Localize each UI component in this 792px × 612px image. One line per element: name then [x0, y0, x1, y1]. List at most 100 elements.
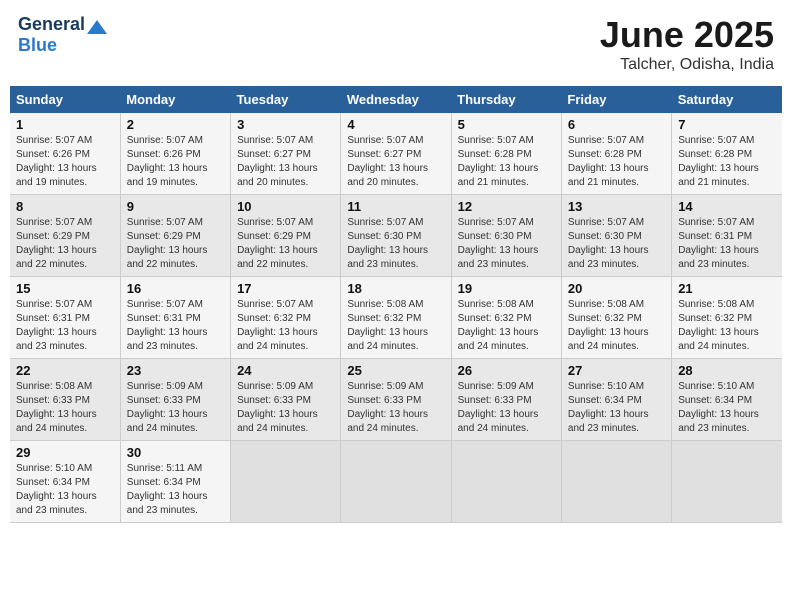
col-thursday: Thursday [451, 86, 561, 113]
calendar-row: 1 Sunrise: 5:07 AMSunset: 6:26 PMDayligh… [10, 113, 782, 195]
title-area: June 2025 Talcher, Odisha, India [600, 14, 774, 74]
day-detail: Sunrise: 5:09 AMSunset: 6:33 PMDaylight:… [127, 381, 208, 434]
table-row: 23 Sunrise: 5:09 AMSunset: 6:33 PMDaylig… [120, 359, 230, 441]
logo: General Blue [18, 14, 107, 56]
day-detail: Sunrise: 5:07 AMSunset: 6:28 PMDaylight:… [678, 135, 759, 188]
logo-icon [87, 20, 107, 34]
day-number: 10 [237, 199, 334, 214]
day-detail: Sunrise: 5:07 AMSunset: 6:27 PMDaylight:… [347, 135, 428, 188]
day-detail: Sunrise: 5:07 AMSunset: 6:31 PMDaylight:… [127, 299, 208, 352]
day-number: 9 [127, 199, 224, 214]
table-row: 17 Sunrise: 5:07 AMSunset: 6:32 PMDaylig… [231, 277, 341, 359]
table-row: 4 Sunrise: 5:07 AMSunset: 6:27 PMDayligh… [341, 113, 451, 195]
table-row [451, 441, 561, 523]
header: General Blue June 2025 Talcher, Odisha, … [10, 10, 782, 78]
calendar-row: 8 Sunrise: 5:07 AMSunset: 6:29 PMDayligh… [10, 195, 782, 277]
day-number: 12 [458, 199, 555, 214]
day-number: 26 [458, 363, 555, 378]
day-detail: Sunrise: 5:07 AMSunset: 6:28 PMDaylight:… [458, 135, 539, 188]
day-detail: Sunrise: 5:07 AMSunset: 6:30 PMDaylight:… [568, 217, 649, 270]
day-number: 7 [678, 117, 776, 132]
day-number: 27 [568, 363, 665, 378]
day-number: 1 [16, 117, 114, 132]
table-row: 11 Sunrise: 5:07 AMSunset: 6:30 PMDaylig… [341, 195, 451, 277]
day-detail: Sunrise: 5:07 AMSunset: 6:29 PMDaylight:… [237, 217, 318, 270]
day-detail: Sunrise: 5:10 AMSunset: 6:34 PMDaylight:… [16, 463, 97, 516]
day-number: 3 [237, 117, 334, 132]
table-row: 22 Sunrise: 5:08 AMSunset: 6:33 PMDaylig… [10, 359, 120, 441]
calendar-row: 29 Sunrise: 5:10 AMSunset: 6:34 PMDaylig… [10, 441, 782, 523]
day-detail: Sunrise: 5:08 AMSunset: 6:32 PMDaylight:… [568, 299, 649, 352]
table-row [231, 441, 341, 523]
day-detail: Sunrise: 5:08 AMSunset: 6:32 PMDaylight:… [458, 299, 539, 352]
day-detail: Sunrise: 5:07 AMSunset: 6:29 PMDaylight:… [127, 217, 208, 270]
day-detail: Sunrise: 5:07 AMSunset: 6:30 PMDaylight:… [458, 217, 539, 270]
day-number: 2 [127, 117, 224, 132]
col-wednesday: Wednesday [341, 86, 451, 113]
day-detail: Sunrise: 5:08 AMSunset: 6:33 PMDaylight:… [16, 381, 97, 434]
day-detail: Sunrise: 5:07 AMSunset: 6:31 PMDaylight:… [678, 217, 759, 270]
table-row: 21 Sunrise: 5:08 AMSunset: 6:32 PMDaylig… [672, 277, 782, 359]
day-detail: Sunrise: 5:10 AMSunset: 6:34 PMDaylight:… [678, 381, 759, 434]
col-saturday: Saturday [672, 86, 782, 113]
table-row: 14 Sunrise: 5:07 AMSunset: 6:31 PMDaylig… [672, 195, 782, 277]
table-row: 18 Sunrise: 5:08 AMSunset: 6:32 PMDaylig… [341, 277, 451, 359]
day-number: 25 [347, 363, 444, 378]
table-row: 3 Sunrise: 5:07 AMSunset: 6:27 PMDayligh… [231, 113, 341, 195]
day-detail: Sunrise: 5:07 AMSunset: 6:31 PMDaylight:… [16, 299, 97, 352]
day-detail: Sunrise: 5:07 AMSunset: 6:26 PMDaylight:… [127, 135, 208, 188]
day-detail: Sunrise: 5:09 AMSunset: 6:33 PMDaylight:… [347, 381, 428, 434]
col-sunday: Sunday [10, 86, 120, 113]
table-row: 15 Sunrise: 5:07 AMSunset: 6:31 PMDaylig… [10, 277, 120, 359]
page-title: June 2025 [600, 14, 774, 56]
day-detail: Sunrise: 5:07 AMSunset: 6:29 PMDaylight:… [16, 217, 97, 270]
day-detail: Sunrise: 5:08 AMSunset: 6:32 PMDaylight:… [347, 299, 428, 352]
calendar-row: 15 Sunrise: 5:07 AMSunset: 6:31 PMDaylig… [10, 277, 782, 359]
day-number: 15 [16, 281, 114, 296]
day-number: 30 [127, 445, 224, 460]
day-number: 28 [678, 363, 776, 378]
day-number: 23 [127, 363, 224, 378]
location-subtitle: Talcher, Odisha, India [600, 56, 774, 74]
day-number: 21 [678, 281, 776, 296]
logo-general: General [18, 14, 85, 35]
table-row: 27 Sunrise: 5:10 AMSunset: 6:34 PMDaylig… [561, 359, 671, 441]
table-row: 5 Sunrise: 5:07 AMSunset: 6:28 PMDayligh… [451, 113, 561, 195]
day-number: 5 [458, 117, 555, 132]
table-row: 13 Sunrise: 5:07 AMSunset: 6:30 PMDaylig… [561, 195, 671, 277]
calendar-table: Sunday Monday Tuesday Wednesday Thursday… [10, 86, 782, 523]
table-row: 19 Sunrise: 5:08 AMSunset: 6:32 PMDaylig… [451, 277, 561, 359]
calendar-row: 22 Sunrise: 5:08 AMSunset: 6:33 PMDaylig… [10, 359, 782, 441]
day-number: 8 [16, 199, 114, 214]
day-detail: Sunrise: 5:09 AMSunset: 6:33 PMDaylight:… [237, 381, 318, 434]
day-number: 17 [237, 281, 334, 296]
table-row: 10 Sunrise: 5:07 AMSunset: 6:29 PMDaylig… [231, 195, 341, 277]
table-row: 16 Sunrise: 5:07 AMSunset: 6:31 PMDaylig… [120, 277, 230, 359]
logo-blue: Blue [18, 35, 57, 56]
table-row: 12 Sunrise: 5:07 AMSunset: 6:30 PMDaylig… [451, 195, 561, 277]
day-number: 19 [458, 281, 555, 296]
table-row: 25 Sunrise: 5:09 AMSunset: 6:33 PMDaylig… [341, 359, 451, 441]
table-row: 6 Sunrise: 5:07 AMSunset: 6:28 PMDayligh… [561, 113, 671, 195]
day-detail: Sunrise: 5:07 AMSunset: 6:26 PMDaylight:… [16, 135, 97, 188]
table-row: 24 Sunrise: 5:09 AMSunset: 6:33 PMDaylig… [231, 359, 341, 441]
day-detail: Sunrise: 5:08 AMSunset: 6:32 PMDaylight:… [678, 299, 759, 352]
day-detail: Sunrise: 5:07 AMSunset: 6:28 PMDaylight:… [568, 135, 649, 188]
day-detail: Sunrise: 5:10 AMSunset: 6:34 PMDaylight:… [568, 381, 649, 434]
day-number: 22 [16, 363, 114, 378]
day-number: 6 [568, 117, 665, 132]
day-detail: Sunrise: 5:07 AMSunset: 6:32 PMDaylight:… [237, 299, 318, 352]
day-detail: Sunrise: 5:07 AMSunset: 6:30 PMDaylight:… [347, 217, 428, 270]
day-number: 18 [347, 281, 444, 296]
table-row: 7 Sunrise: 5:07 AMSunset: 6:28 PMDayligh… [672, 113, 782, 195]
col-tuesday: Tuesday [231, 86, 341, 113]
table-row: 9 Sunrise: 5:07 AMSunset: 6:29 PMDayligh… [120, 195, 230, 277]
table-row: 26 Sunrise: 5:09 AMSunset: 6:33 PMDaylig… [451, 359, 561, 441]
table-row: 2 Sunrise: 5:07 AMSunset: 6:26 PMDayligh… [120, 113, 230, 195]
header-row: Sunday Monday Tuesday Wednesday Thursday… [10, 86, 782, 113]
table-row: 28 Sunrise: 5:10 AMSunset: 6:34 PMDaylig… [672, 359, 782, 441]
table-row [672, 441, 782, 523]
table-row [561, 441, 671, 523]
table-row [341, 441, 451, 523]
day-number: 13 [568, 199, 665, 214]
